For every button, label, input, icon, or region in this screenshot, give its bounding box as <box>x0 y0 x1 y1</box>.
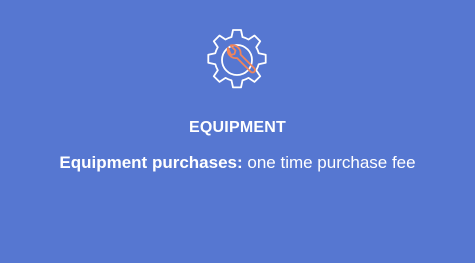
card-description: Equipment purchases: one time purchase f… <box>30 152 445 174</box>
equipment-card: EQUIPMENT Equipment purchases: one time … <box>0 0 475 263</box>
card-title: EQUIPMENT <box>189 119 286 136</box>
gear-wrench-icon <box>204 27 270 93</box>
description-lead: Equipment purchases: <box>59 153 243 172</box>
description-rest: one time purchase fee <box>242 153 416 172</box>
